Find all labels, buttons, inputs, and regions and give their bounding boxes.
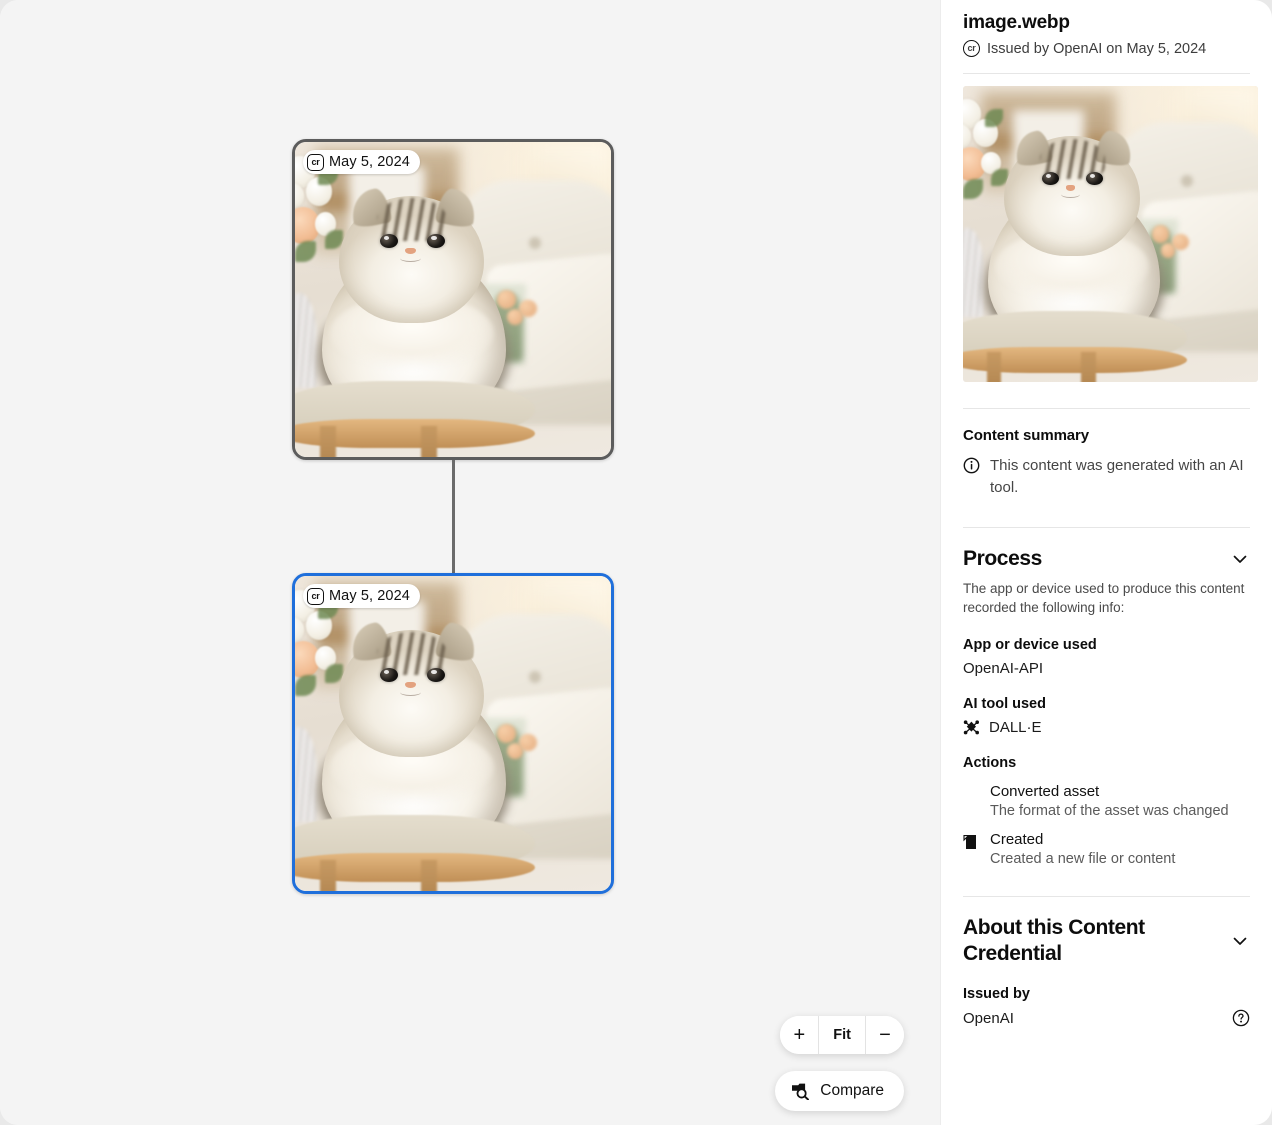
- chevron-down-icon[interactable]: [1230, 931, 1250, 951]
- about-section-header[interactable]: About this Content Credential: [963, 915, 1250, 968]
- content-summary-row: This content was generated with an AI to…: [963, 455, 1250, 499]
- content-credentials-app: cr May 5, 2024: [0, 0, 1272, 1125]
- compare-button[interactable]: Compare: [775, 1071, 904, 1111]
- process-section-header[interactable]: Process: [963, 546, 1250, 572]
- content-credentials-badge[interactable]: cr May 5, 2024: [303, 150, 420, 174]
- about-heading: About this Content Credential: [963, 915, 1213, 968]
- cr-icon: cr: [307, 154, 324, 171]
- divider: [963, 896, 1250, 897]
- content-summary-heading: Content summary: [963, 427, 1250, 444]
- process-heading: Process: [963, 546, 1042, 572]
- divider: [963, 527, 1250, 528]
- app-or-device-value: OpenAI-API: [963, 660, 1250, 677]
- content-summary-text: This content was generated with an AI to…: [990, 455, 1250, 499]
- cat-artwork: [295, 142, 611, 457]
- zoom-in-button[interactable]: +: [780, 1016, 818, 1054]
- content-credentials-badge[interactable]: cr May 5, 2024: [303, 584, 420, 608]
- zoom-fit-button[interactable]: Fit: [818, 1016, 866, 1054]
- compare-icon: [791, 1082, 810, 1100]
- node-image-parent: [295, 142, 611, 457]
- issued-summary-text: Issued by OpenAI on May 5, 2024: [987, 41, 1206, 57]
- issued-by-row: OpenAI: [963, 1009, 1250, 1027]
- badge-date-label: May 5, 2024: [329, 154, 410, 170]
- node-image-selected: [295, 576, 611, 891]
- action-description: The format of the asset was changed: [990, 803, 1229, 819]
- details-panel: image.webp cr Issued by OpenAI on May 5,…: [940, 0, 1272, 1125]
- created-file-icon: [963, 831, 981, 867]
- ai-tool-value-row: DALL·E: [963, 719, 1250, 736]
- actions-label: Actions: [963, 755, 1250, 771]
- dalle-network-icon: [963, 719, 980, 736]
- asset-thumbnail[interactable]: [963, 86, 1258, 382]
- node-connector-line: [452, 460, 455, 573]
- process-note: The app or device used to produce this c…: [963, 579, 1250, 618]
- ai-tool-label: AI tool used: [963, 696, 1250, 712]
- issued-summary-line: cr Issued by OpenAI on May 5, 2024: [963, 40, 1250, 57]
- action-icon-placeholder: [963, 783, 981, 819]
- cat-artwork-duplicate: [295, 576, 611, 891]
- action-item: Created Created a new file or content: [963, 831, 1250, 867]
- action-description: Created a new file or content: [990, 851, 1175, 867]
- action-name: Converted asset: [990, 783, 1229, 800]
- issued-by-label: Issued by: [963, 986, 1250, 1002]
- help-circle-icon[interactable]: [1232, 1009, 1250, 1027]
- cat-artwork-thumbnail: [963, 86, 1258, 382]
- action-name: Created: [990, 831, 1175, 848]
- divider: [963, 73, 1250, 74]
- chevron-down-icon[interactable]: [1230, 549, 1250, 569]
- ai-tool-value: DALL·E: [989, 719, 1042, 736]
- divider: [963, 408, 1250, 409]
- badge-date-label: May 5, 2024: [329, 588, 410, 604]
- zoom-out-button[interactable]: −: [866, 1016, 904, 1054]
- zoom-controls[interactable]: + Fit −: [780, 1016, 904, 1054]
- action-item: Converted asset The format of the asset …: [963, 783, 1250, 819]
- cr-icon: cr: [307, 588, 324, 605]
- issued-by-value: OpenAI: [963, 1010, 1014, 1027]
- app-or-device-label: App or device used: [963, 637, 1250, 653]
- asset-filename: image.webp: [963, 12, 1250, 34]
- provenance-node-parent[interactable]: cr May 5, 2024: [292, 139, 614, 460]
- compare-label: Compare: [820, 1082, 884, 1100]
- provenance-canvas[interactable]: cr May 5, 2024: [0, 0, 940, 1125]
- info-circle-icon: [963, 455, 980, 499]
- cr-icon: cr: [963, 40, 980, 57]
- provenance-node-selected[interactable]: cr May 5, 2024: [292, 573, 614, 894]
